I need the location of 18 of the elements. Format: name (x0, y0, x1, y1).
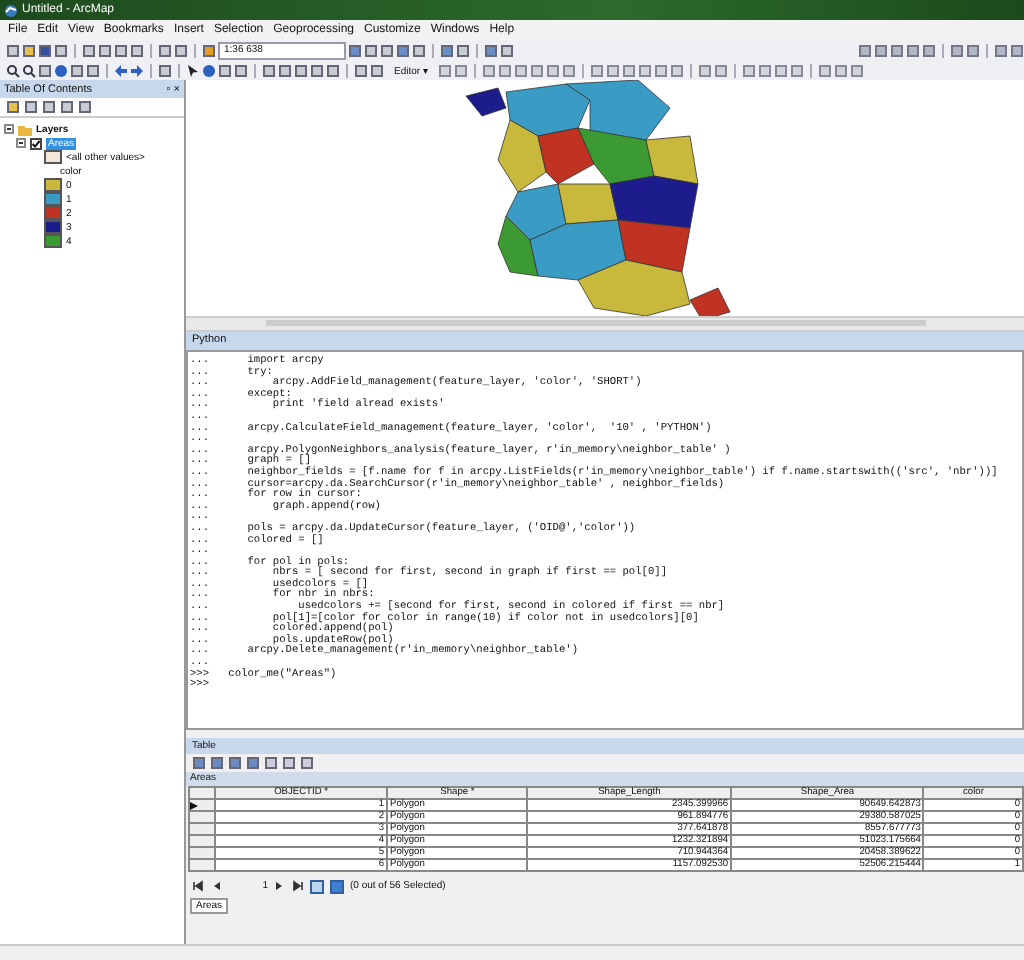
previous-record-icon[interactable] (210, 880, 222, 892)
arrow-right-icon[interactable] (130, 63, 144, 77)
next-record-icon[interactable] (274, 880, 286, 892)
zoom-out-icon[interactable] (22, 63, 36, 77)
pointer-icon[interactable] (186, 63, 200, 77)
legend-swatch (44, 150, 62, 164)
app-icon (4, 3, 18, 17)
last-record-icon[interactable] (292, 880, 304, 892)
collapse-toggle[interactable] (16, 138, 26, 148)
arrow-left-icon[interactable] (114, 63, 128, 77)
first-record-icon[interactable] (192, 880, 204, 892)
current-row-arrow-icon (190, 801, 198, 809)
tool-icon[interactable] (158, 63, 172, 77)
zoom-in-icon[interactable] (6, 63, 20, 77)
globe-icon[interactable] (54, 63, 68, 77)
layer-checkbox[interactable] (30, 137, 42, 149)
collapse-toggle[interactable] (4, 124, 14, 134)
info-icon[interactable] (202, 63, 216, 77)
